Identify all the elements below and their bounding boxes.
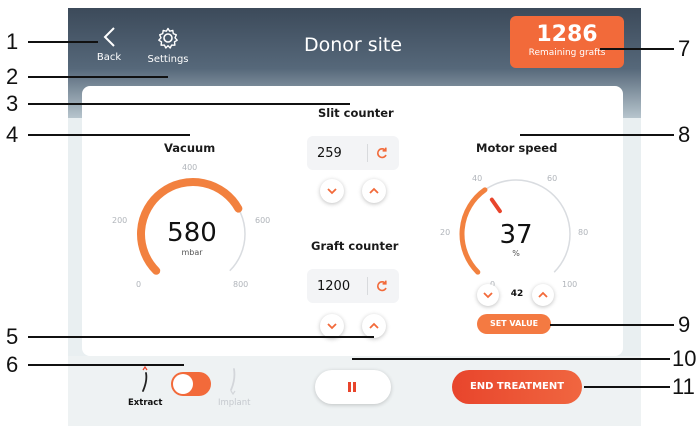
motor-tick-40: 40 xyxy=(472,174,483,183)
page-title: Donor site xyxy=(303,34,403,56)
gear-icon xyxy=(158,27,178,49)
callout-line-1 xyxy=(28,41,98,43)
slit-counter-value: 259 xyxy=(317,146,342,161)
implant-icon xyxy=(230,368,236,395)
callout-line-6 xyxy=(28,364,184,366)
callout-3: 3 xyxy=(6,91,19,116)
callout-1: 1 xyxy=(6,29,19,54)
slit-counter-increment-button[interactable] xyxy=(362,179,386,203)
set-value-button[interactable]: SET VALUE xyxy=(477,314,551,334)
chevron-down-icon xyxy=(327,323,337,330)
callout-line-5 xyxy=(28,336,374,338)
chevron-left-icon xyxy=(103,27,115,47)
vacuum-tick-0: 0 xyxy=(136,280,142,289)
toggle-knob xyxy=(173,374,193,394)
chevron-down-icon xyxy=(483,292,493,299)
motor-speed-label: Motor speed xyxy=(476,141,558,155)
extract-implant-toggle[interactable] xyxy=(171,372,211,396)
graft-counter-decrement-button[interactable] xyxy=(320,314,344,338)
callout-line-4 xyxy=(28,134,190,136)
chevron-down-icon xyxy=(327,188,337,195)
vacuum-label: Vacuum xyxy=(164,141,216,155)
callout-10: 10 xyxy=(672,346,697,371)
remaining-grafts-badge: 1286 Remaining grafts xyxy=(510,16,624,68)
back-label: Back xyxy=(96,52,122,63)
callout-8: 8 xyxy=(678,122,691,147)
callout-7: 7 xyxy=(678,36,691,61)
callout-line-8 xyxy=(520,134,674,136)
divider xyxy=(367,144,368,162)
motor-speed-increment-button[interactable] xyxy=(532,284,554,306)
extract-icon xyxy=(142,365,148,392)
motor-speed-value: 37 xyxy=(499,220,533,250)
callout-6: 6 xyxy=(6,352,19,377)
motor-speed-setpoint: 42 xyxy=(510,289,524,299)
motor-speed-unit: % xyxy=(512,249,520,258)
slit-counter-box: 259 xyxy=(307,136,399,170)
vacuum-unit: mbar xyxy=(181,248,203,257)
motor-tick-80: 80 xyxy=(578,228,589,237)
callout-line-3 xyxy=(28,103,350,105)
motor-speed-decrement-button[interactable] xyxy=(477,284,499,306)
chevron-up-icon xyxy=(538,291,548,298)
graft-counter-value: 1200 xyxy=(317,279,351,294)
extract-label: Extract xyxy=(128,398,163,408)
motor-tick-100: 100 xyxy=(562,280,578,289)
vacuum-tick-400: 400 xyxy=(182,163,198,172)
vacuum-tick-600: 600 xyxy=(255,216,271,225)
end-treatment-button[interactable]: END TREATMENT xyxy=(452,370,582,404)
reset-icon xyxy=(377,280,387,292)
callout-5: 5 xyxy=(6,324,19,349)
chevron-up-icon xyxy=(369,187,379,194)
callout-11: 11 xyxy=(672,374,695,399)
graft-counter-label: Graft counter xyxy=(311,239,399,253)
pause-button[interactable] xyxy=(315,370,391,404)
graft-counter-box: 1200 xyxy=(307,269,399,303)
reset-icon xyxy=(377,147,387,159)
graft-counter-reset-button[interactable] xyxy=(375,278,389,297)
slit-counter-decrement-button[interactable] xyxy=(320,179,344,203)
back-button[interactable]: Back xyxy=(94,26,124,63)
slit-counter-reset-button[interactable] xyxy=(375,145,389,164)
callout-9: 9 xyxy=(678,312,691,337)
settings-label: Settings xyxy=(147,54,189,65)
vacuum-tick-800: 800 xyxy=(233,280,249,289)
remaining-grafts-value: 1286 xyxy=(536,22,598,47)
vacuum-tick-200: 200 xyxy=(112,216,128,225)
motor-tick-60: 60 xyxy=(547,174,558,183)
callout-line-7 xyxy=(600,48,674,50)
divider xyxy=(367,277,368,295)
callout-2: 2 xyxy=(6,64,19,89)
settings-button[interactable]: Settings xyxy=(146,26,190,65)
callout-line-9 xyxy=(550,324,674,326)
callout-4: 4 xyxy=(6,122,19,147)
slit-counter-label: Slit counter xyxy=(318,106,394,120)
graft-counter-increment-button[interactable] xyxy=(362,314,386,338)
chevron-up-icon xyxy=(369,322,379,329)
motor-tick-20: 20 xyxy=(440,228,451,237)
implant-label: Implant xyxy=(218,398,251,408)
callout-line-2 xyxy=(28,76,168,78)
pause-icon xyxy=(348,382,356,392)
callout-line-10 xyxy=(352,358,670,360)
vacuum-value: 580 xyxy=(167,218,217,248)
callout-line-11 xyxy=(584,386,670,388)
